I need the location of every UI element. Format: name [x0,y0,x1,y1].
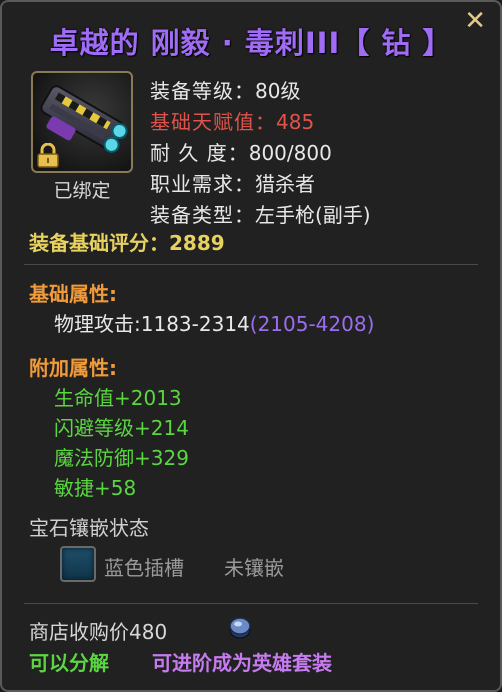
item-tooltip-panel: ✕ 卓越的 刚毅 · 毒刺III【 钻 】 已绑定 装备等级：80级 基础天赋值… [0,0,502,692]
attribute-line: 生命值+2013 [54,386,182,410]
socket-status: 未镶嵌 [224,556,284,580]
socket-label: 蓝色插槽 [104,556,184,580]
equipment-score: 装备基础评分：2889 [29,231,225,255]
lock-icon [37,143,59,168]
stat-level: 装备等级：80级 [150,79,301,103]
blue-socket[interactable] [60,546,96,582]
stat-talent: 基础天赋值：485 [150,110,315,134]
attribute-line: 魔法防御+329 [54,446,189,470]
divider [24,264,478,265]
item-icon[interactable] [31,71,133,173]
stat-durability: 耐 久 度：800/800 [150,141,332,165]
item-title: 卓越的 刚毅 · 毒刺III【 钻 】 [49,26,453,60]
attribute-line: 敏捷+58 [54,476,137,500]
stat-type: 装备类型：左手枪(副手) [150,203,371,227]
shop-price: 商店收购价480 [29,620,168,644]
gem-socket-heading: 宝石镶嵌状态 [29,516,149,540]
attribute-line: 闪避等级+214 [54,416,189,440]
disassemble-note: 可以分解 [29,651,109,675]
base-attributes-heading: 基础属性: [29,282,117,306]
bound-status: 已绑定 [53,180,111,202]
extra-attributes-heading: 附加属性: [29,356,117,380]
divider [24,603,478,604]
stat-class: 职业需求：猎杀者 [150,172,315,196]
coin-icon [229,617,251,639]
upgrade-note: 可进阶成为英雄套装 [152,651,332,675]
physical-attack: 物理攻击:1183-2314(2105-4208) [54,312,375,336]
